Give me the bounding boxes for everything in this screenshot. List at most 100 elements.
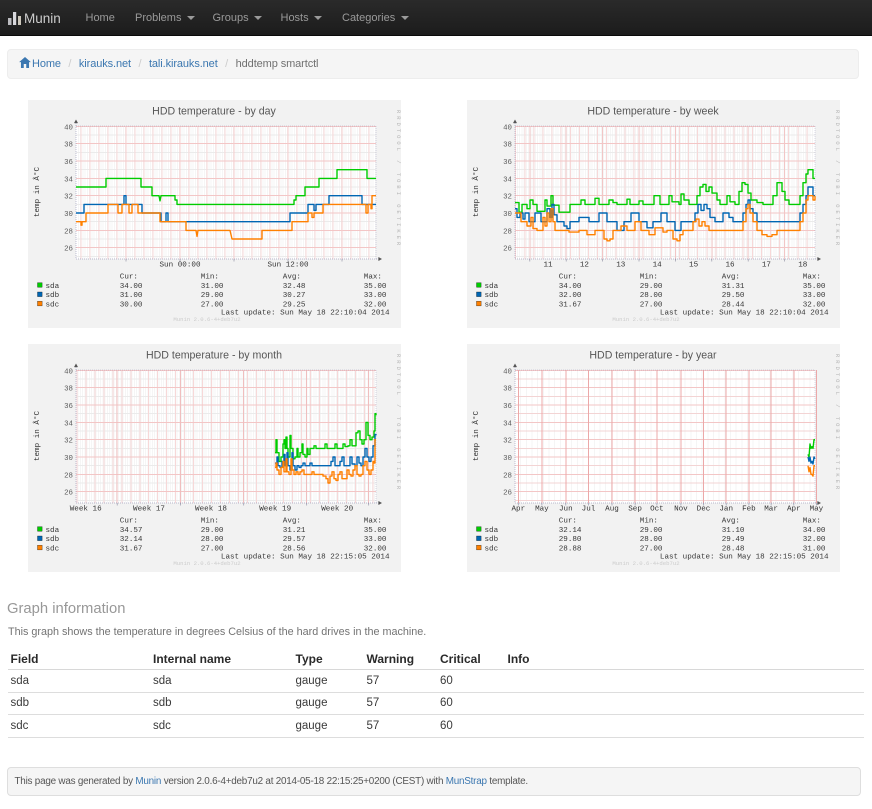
svg-text:Munin 2.0.6-4+deb7u2: Munin 2.0.6-4+deb7u2 [612, 316, 679, 323]
svg-text:May: May [810, 506, 824, 514]
svg-text:30: 30 [64, 455, 73, 463]
svg-text:34: 34 [503, 420, 512, 428]
svg-text:sdb: sdb [485, 536, 499, 544]
svg-text:34.00: 34.00 [120, 283, 143, 291]
svg-text:34: 34 [64, 176, 73, 184]
svg-text:40: 40 [64, 368, 73, 376]
svg-text:sda: sda [485, 283, 499, 291]
svg-text:sdb: sdb [46, 292, 60, 300]
svg-text:40: 40 [64, 124, 73, 132]
svg-text:Min:: Min: [640, 517, 658, 525]
svg-text:sda: sda [46, 527, 60, 535]
svg-text:16: 16 [725, 262, 735, 270]
svg-text:sdb: sdb [46, 536, 60, 544]
svg-text:31.10: 31.10 [722, 527, 745, 535]
svg-text:RRDTOOL / TOBI OETIKER: RRDTOOL / TOBI OETIKER [395, 110, 401, 248]
svg-text:28.00: 28.00 [640, 536, 663, 544]
svg-text:Nov: Nov [674, 506, 688, 514]
svg-text:33.00: 33.00 [803, 292, 826, 300]
svg-text:temp in Â°C: temp in Â°C [472, 411, 481, 462]
svg-text:11: 11 [543, 262, 553, 270]
svg-text:HDD temperature - by week: HDD temperature - by week [587, 106, 719, 118]
svg-text:40: 40 [503, 368, 512, 376]
svg-text:sda: sda [46, 283, 60, 291]
svg-text:Max:: Max: [364, 273, 382, 281]
svg-text:32.00: 32.00 [364, 301, 387, 309]
svg-text:sda: sda [485, 527, 499, 535]
svg-text:29.00: 29.00 [201, 292, 224, 300]
svg-text:Week 17: Week 17 [133, 506, 165, 514]
svg-text:34.57: 34.57 [120, 527, 143, 535]
svg-text:Sun 12:00: Sun 12:00 [267, 262, 308, 270]
svg-text:Avg:: Avg: [722, 273, 740, 281]
svg-text:RRDTOOL / TOBI OETIKER: RRDTOOL / TOBI OETIKER [395, 354, 401, 492]
svg-text:29.50: 29.50 [722, 292, 745, 300]
svg-text:26: 26 [64, 246, 73, 254]
svg-text:32: 32 [64, 438, 73, 446]
svg-text:Last update: Sun May 18 22:10:: Last update: Sun May 18 22:10:04 2014 [221, 310, 390, 318]
svg-text:30: 30 [64, 211, 73, 219]
svg-text:Week 19: Week 19 [259, 506, 291, 514]
svg-text:33.00: 33.00 [364, 536, 387, 544]
svg-text:HDD temperature - by year: HDD temperature - by year [589, 350, 717, 362]
svg-text:RRDTOOL / TOBI OETIKER: RRDTOOL / TOBI OETIKER [834, 354, 840, 492]
svg-text:35.00: 35.00 [364, 283, 387, 291]
svg-text:30: 30 [503, 455, 512, 463]
svg-text:31.00: 31.00 [201, 283, 224, 291]
svg-text:sdc: sdc [485, 301, 499, 309]
svg-text:32: 32 [503, 438, 512, 446]
svg-text:30.00: 30.00 [120, 301, 143, 309]
svg-text:17: 17 [762, 262, 771, 270]
svg-text:Min:: Min: [201, 517, 219, 525]
svg-text:36: 36 [64, 159, 73, 167]
svg-text:33.00: 33.00 [364, 292, 387, 300]
svg-text:Last update: Sun May 18 22:10:: Last update: Sun May 18 22:10:04 2014 [660, 310, 829, 318]
svg-text:29.49: 29.49 [722, 536, 745, 544]
svg-text:32: 32 [503, 194, 512, 202]
svg-text:May: May [535, 506, 549, 514]
svg-text:28.00: 28.00 [640, 292, 663, 300]
svg-text:Jul: Jul [582, 506, 596, 514]
svg-text:Jan: Jan [719, 506, 733, 514]
svg-text:Last update: Sun May 18 22:15:: Last update: Sun May 18 22:15:05 2014 [660, 554, 829, 562]
svg-text:Cur:: Cur: [120, 273, 138, 281]
svg-text:Min:: Min: [201, 273, 219, 281]
svg-text:28: 28 [64, 472, 73, 480]
svg-text:31.31: 31.31 [722, 283, 745, 291]
svg-text:29.25: 29.25 [283, 301, 306, 309]
svg-text:Dec: Dec [697, 506, 711, 514]
svg-text:28.56: 28.56 [283, 545, 306, 553]
svg-text:26: 26 [503, 246, 512, 254]
svg-text:Cur:: Cur: [559, 517, 577, 525]
svg-text:31.00: 31.00 [803, 545, 826, 553]
svg-text:28: 28 [503, 472, 512, 480]
svg-text:Oct: Oct [650, 506, 664, 514]
svg-text:Munin 2.0.6-4+deb7u2: Munin 2.0.6-4+deb7u2 [612, 560, 679, 567]
svg-text:32.48: 32.48 [283, 283, 306, 291]
svg-text:28.48: 28.48 [722, 545, 745, 553]
svg-text:Munin 2.0.6-4+deb7u2: Munin 2.0.6-4+deb7u2 [173, 560, 240, 567]
svg-text:sdc: sdc [485, 545, 499, 553]
svg-text:34: 34 [64, 420, 73, 428]
svg-text:38: 38 [503, 386, 512, 394]
svg-text:32.14: 32.14 [559, 527, 582, 535]
svg-text:Last update: Sun May 18 22:15:: Last update: Sun May 18 22:15:05 2014 [221, 554, 390, 562]
svg-text:35.00: 35.00 [364, 527, 387, 535]
svg-text:sdc: sdc [46, 545, 60, 553]
svg-text:Sep: Sep [628, 506, 642, 514]
svg-text:Cur:: Cur: [120, 517, 138, 525]
svg-text:Avg:: Avg: [283, 273, 301, 281]
svg-text:HDD temperature - by day: HDD temperature - by day [152, 106, 276, 118]
svg-text:Feb: Feb [742, 506, 756, 514]
svg-text:Max:: Max: [803, 517, 821, 525]
svg-text:Sun 00:00: Sun 00:00 [159, 262, 200, 270]
svg-text:27.00: 27.00 [201, 301, 224, 309]
svg-text:32.00: 32.00 [364, 545, 387, 553]
svg-text:13: 13 [616, 262, 626, 270]
svg-text:28.00: 28.00 [201, 536, 224, 544]
svg-text:HDD temperature - by month: HDD temperature - by month [146, 350, 282, 362]
svg-text:26: 26 [64, 490, 73, 498]
svg-text:32: 32 [64, 194, 73, 202]
svg-text:Avg:: Avg: [283, 517, 301, 525]
svg-text:36: 36 [503, 159, 512, 167]
